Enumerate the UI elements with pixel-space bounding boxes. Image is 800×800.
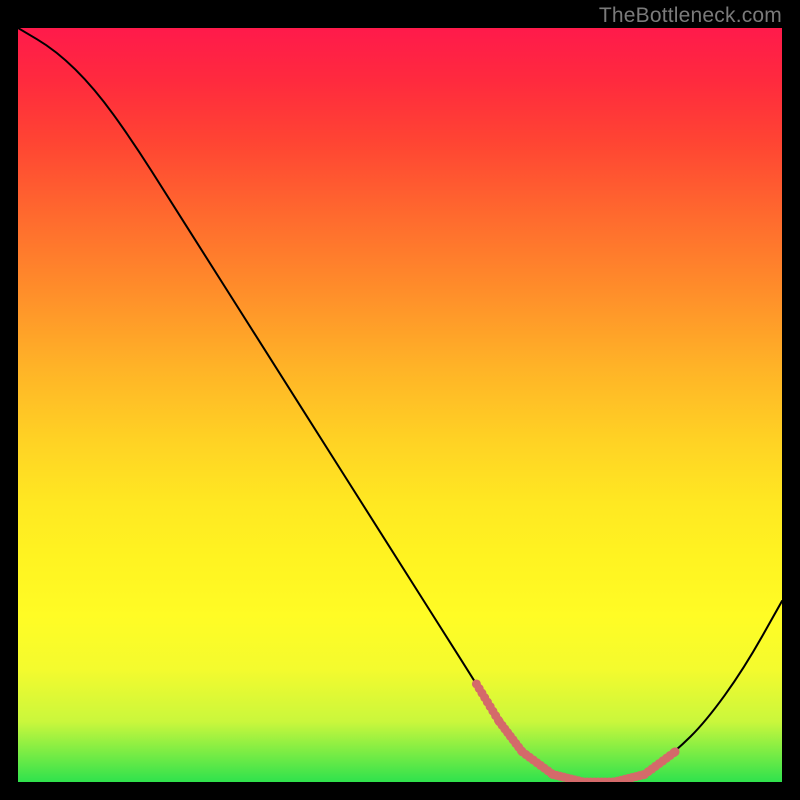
plot-area bbox=[18, 28, 782, 782]
outer-frame: TheBottleneck.com bbox=[0, 0, 800, 800]
highlight-band bbox=[18, 28, 782, 782]
watermark-text: TheBottleneck.com bbox=[599, 4, 782, 28]
